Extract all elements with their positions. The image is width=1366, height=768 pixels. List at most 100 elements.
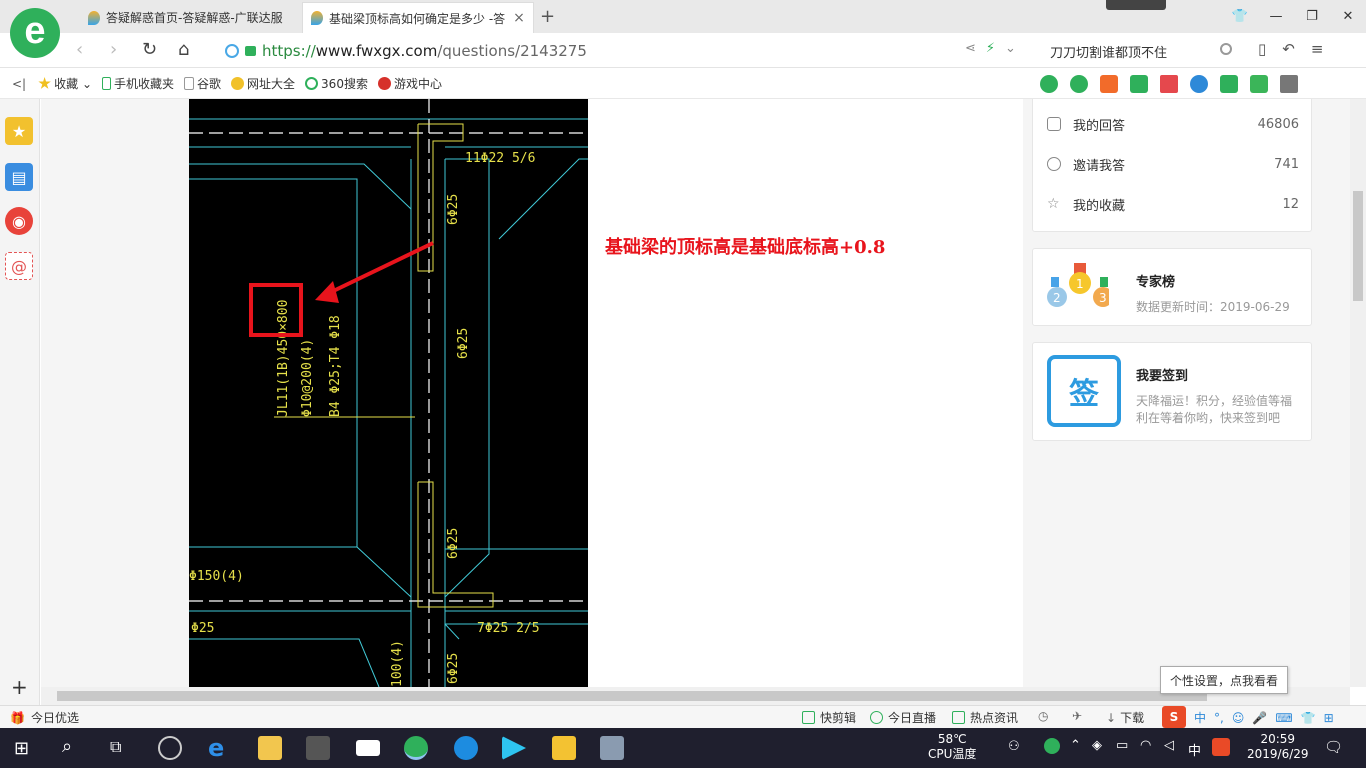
ime-tools[interactable]: 中 °, ☺ 🎤 ⌨ 👕 ⊞ xyxy=(1194,709,1334,726)
ext-translate-icon[interactable] xyxy=(1130,75,1148,93)
home-icon[interactable]: ⌂ xyxy=(178,39,189,60)
cpu-temperature[interactable]: 58℃ CPU温度 xyxy=(928,732,976,762)
bookmark-google[interactable]: 谷歌 xyxy=(184,75,221,92)
bookmark-sites[interactable]: 网址大全 xyxy=(231,75,295,92)
expert-rank-card[interactable]: 2 1 3 专家榜 数据更新时间：2019-06-29 xyxy=(1032,248,1312,326)
sign-in-card[interactable]: 签 我要签到 天降福运！积分，经验值等福 利在等着你哟，快来签到吧 xyxy=(1032,342,1312,441)
address-bar[interactable]: https://www.fwxgx.com/questions/2143275 xyxy=(225,39,1035,63)
tab-qa-home[interactable]: 答疑解惑首页-答疑解惑-广联达服 xyxy=(80,2,302,33)
tray-360-icon[interactable] xyxy=(1044,738,1060,754)
cad-app-icon[interactable] xyxy=(600,736,624,760)
volume-icon[interactable]: ◁ xyxy=(1164,738,1174,753)
lightning-icon[interactable]: ⚡ xyxy=(986,41,995,56)
svg-text:2: 2 xyxy=(1053,291,1061,305)
url-text: https://www.fwxgx.com/questions/2143275 xyxy=(262,42,587,60)
ext-helper-icon[interactable] xyxy=(1070,75,1088,93)
download[interactable]: ↓ 下载 xyxy=(1106,709,1144,726)
bookmark-favorites[interactable]: 收藏 ⌄ xyxy=(38,75,92,92)
people-icon[interactable]: ⚇ xyxy=(1008,739,1020,754)
scroll-thumb[interactable] xyxy=(1353,191,1363,301)
file-explorer-icon[interactable] xyxy=(258,736,282,760)
pin-icon[interactable]: ✈ xyxy=(1072,709,1082,723)
restore-button[interactable]: ❐ xyxy=(1294,9,1330,24)
new-tab-button[interactable]: + xyxy=(540,6,555,27)
weibo-icon[interactable]: ◉ xyxy=(5,207,33,235)
reading-list-icon[interactable]: ▤ xyxy=(5,163,33,191)
store-icon[interactable] xyxy=(306,736,330,760)
search-icon[interactable]: ⌕ xyxy=(62,736,72,757)
hot-news[interactable]: 热点资讯 xyxy=(952,709,1018,726)
vertical-scrollbar[interactable] xyxy=(1350,99,1366,687)
ime-indicator[interactable]: 中 xyxy=(1188,740,1201,759)
sogou-tray-icon[interactable] xyxy=(1212,738,1230,756)
battery-icon[interactable]: ▭ xyxy=(1116,738,1128,753)
back-icon[interactable]: ‹ xyxy=(76,39,83,60)
sites-icon xyxy=(231,77,245,90)
arrow-line xyxy=(324,241,434,297)
forward-icon[interactable]: › xyxy=(110,39,117,60)
chevron-down-icon[interactable]: ⌄ xyxy=(1005,41,1016,56)
mail-icon[interactable]: @ xyxy=(5,252,33,280)
tab-question-active[interactable]: 基础梁顶标高如何确定是多少 -答 × xyxy=(302,2,534,33)
notes-icon[interactable] xyxy=(552,736,576,760)
minimize-button[interactable]: — xyxy=(1258,9,1294,24)
quick-edit[interactable]: 快剪辑 xyxy=(802,709,856,726)
ext-grid-icon[interactable] xyxy=(1280,75,1298,93)
svg-text:6Φ25: 6Φ25 xyxy=(456,328,471,359)
media-player-icon[interactable] xyxy=(502,736,526,760)
today-pick[interactable]: 🎁 今日优选 xyxy=(10,709,79,726)
ext-green-icon[interactable] xyxy=(1040,75,1058,93)
scroll-thumb[interactable] xyxy=(57,691,1207,701)
search-icon[interactable] xyxy=(1220,43,1232,55)
bookmark-games[interactable]: 游戏中心 xyxy=(377,75,442,92)
stat-favorites[interactable]: ☆ 我的收藏 12 xyxy=(1047,194,1299,214)
browser-logo-icon[interactable]: e xyxy=(10,8,60,58)
stat-invited[interactable]: 邀请我答 741 xyxy=(1047,154,1299,174)
system-clock[interactable]: 20:59 2019/6/29 xyxy=(1247,732,1309,762)
ext-scissors-icon[interactable] xyxy=(1160,75,1178,93)
mobile-icon[interactable]: ▯ xyxy=(1258,40,1266,58)
today-live[interactable]: 今日直播 xyxy=(870,709,936,726)
wifi-icon[interactable]: ◠ xyxy=(1140,738,1151,753)
menu-icon[interactable]: ≡ xyxy=(1311,40,1324,58)
tray-box-icon[interactable]: ◈ xyxy=(1092,738,1102,753)
undo-icon[interactable]: ↶ xyxy=(1282,40,1295,58)
cad-drawing-image: 11Φ22 5/6 6Φ25 6Φ25 6Φ25 6Φ25 JL11(1B)45… xyxy=(189,99,588,687)
shirt-skin-icon[interactable]: 👕 xyxy=(1222,9,1258,24)
ext-search-icon[interactable] xyxy=(1190,75,1208,93)
history-icon[interactable]: ◷ xyxy=(1038,709,1048,723)
star-icon xyxy=(38,77,51,89)
search-360-icon xyxy=(305,77,319,90)
medals-icon: 2 1 3 xyxy=(1047,263,1109,307)
search-input[interactable]: 刀刀切割谁都顶不住 xyxy=(1040,39,1240,63)
sidebar-add-button[interactable]: + xyxy=(11,675,28,699)
close-window-button[interactable]: ✕ xyxy=(1330,9,1366,24)
favorites-star-icon[interactable]: ★ xyxy=(5,117,33,145)
bookmark-mobile[interactable]: 手机收藏夹 xyxy=(102,75,174,92)
stat-my-answers[interactable]: 我的回答 46806 xyxy=(1047,114,1299,134)
game-icon xyxy=(377,77,391,90)
close-tab-icon[interactable]: × xyxy=(513,10,525,26)
edge-icon[interactable]: e xyxy=(208,736,232,760)
mail-icon[interactable] xyxy=(356,740,380,756)
sidebar-toggle-icon[interactable]: <| xyxy=(12,77,26,91)
share-icon[interactable]: ⋖ xyxy=(965,41,976,56)
ext-tv-icon[interactable] xyxy=(1100,75,1118,93)
windows-start-icon[interactable]: ⊞ xyxy=(14,738,29,759)
browser-active-icon[interactable] xyxy=(404,736,428,760)
notifications-icon[interactable]: 🗨 xyxy=(1324,738,1343,756)
lock-icon xyxy=(245,46,256,56)
expert-update-time: 数据更新时间：2019-06-29 xyxy=(1136,300,1290,314)
tray-expand-icon[interactable]: ⌃ xyxy=(1070,738,1081,753)
ext-gamepad-icon[interactable] xyxy=(1220,75,1238,93)
refresh-icon[interactable]: ↻ xyxy=(142,39,157,60)
task-view-icon[interactable]: ⧉ xyxy=(110,737,121,757)
question-content: 11Φ22 5/6 6Φ25 6Φ25 6Φ25 6Φ25 JL11(1B)45… xyxy=(189,99,1023,687)
sogou-ime-icon[interactable]: S xyxy=(1162,706,1186,728)
ext-shield-icon[interactable] xyxy=(1250,75,1268,93)
sogou-browser-icon[interactable] xyxy=(454,736,478,760)
site-favicon-icon xyxy=(311,11,323,25)
bookmark-360-search[interactable]: 360搜索 xyxy=(305,75,368,92)
browser-360-icon[interactable] xyxy=(158,736,182,760)
horizontal-scrollbar[interactable] xyxy=(41,687,1350,705)
